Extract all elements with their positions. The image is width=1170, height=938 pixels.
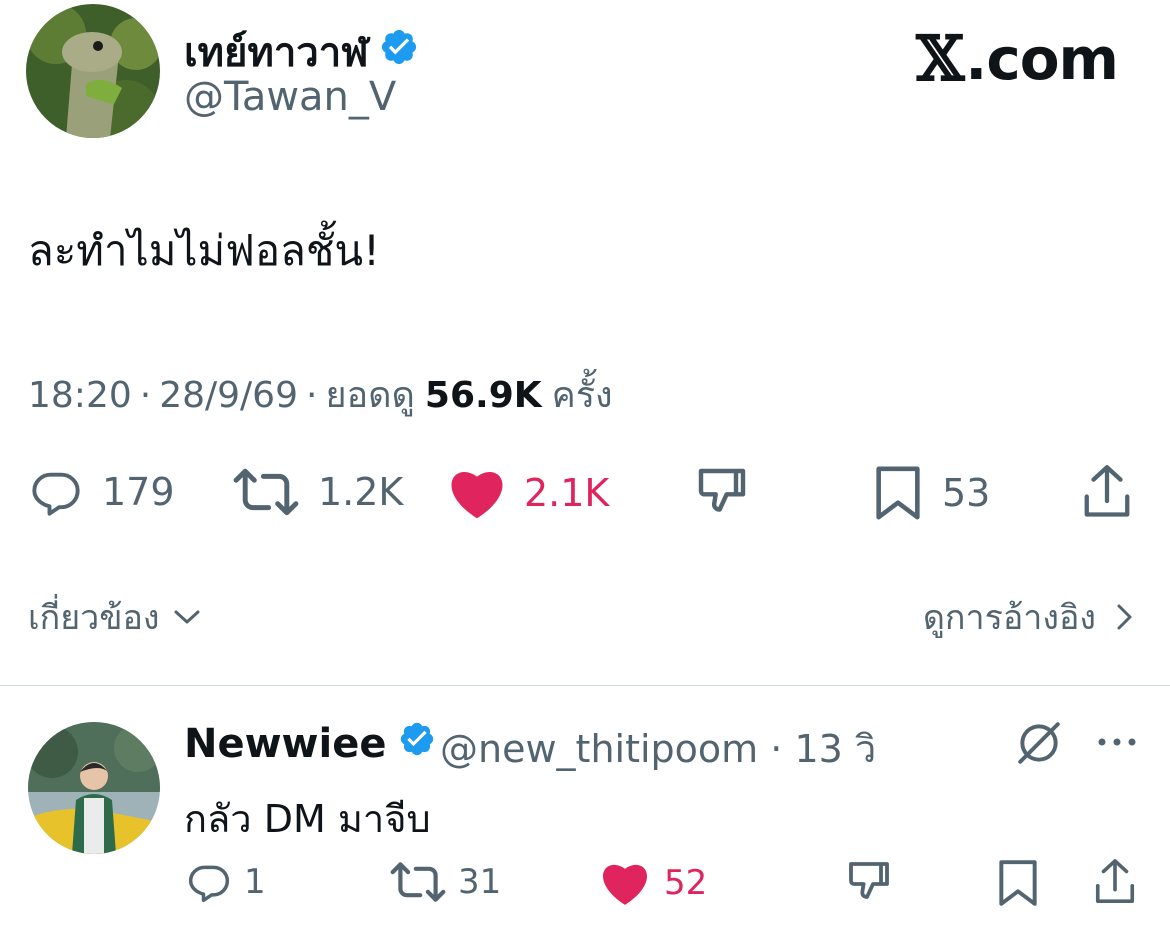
thumbs-down-icon [698,468,746,512]
reply-like-count: 52 [664,863,708,903]
reply-actions: 1 31 52 [0,856,1170,908]
bookmark-button[interactable]: 53 [872,464,990,522]
related-link[interactable]: เกี่ยวข้อง [28,590,201,644]
avatar[interactable] [26,4,160,138]
retweet-icon [390,862,446,902]
heart-icon [451,472,503,519]
chevron-right-icon [1117,604,1132,630]
tweet-meta: 18:20 · 28/9/69 · ยอดดู 56.9K ครั้ง [28,366,613,423]
reply-avatar[interactable] [28,722,160,854]
quotes-label: ดูการอ้างอิง [922,598,1096,638]
reply-like-button[interactable]: 52 [600,860,707,906]
reply-retweet-button[interactable]: 31 [388,860,501,904]
tweet-date[interactable]: 28/9/69 [159,375,298,416]
thumbs-down-icon [849,862,889,899]
views-count[interactable]: 56.9K [425,375,542,416]
reply-button[interactable]: 179 [28,466,175,518]
reply-icon [188,865,230,903]
grok-icon[interactable] [1014,718,1064,772]
retweet-button[interactable]: 1.2K [232,466,403,518]
brand-label: .com [965,24,1119,93]
chevron-down-icon [174,610,200,624]
bookmark-icon [876,466,920,520]
share-icon [1084,465,1130,517]
views-suffix: ครั้ง [551,375,613,416]
reply-author-handle[interactable]: @new_thitipoom [440,727,758,771]
reply-share-button[interactable] [1092,856,1138,908]
verified-badge-icon [379,27,419,77]
reply-count: 179 [102,470,175,514]
share-button[interactable] [1080,462,1134,522]
tweet-time[interactable]: 18:20 [28,375,132,416]
views-label: ยอดดู [325,375,415,416]
like-button[interactable]: 2.1K [448,466,609,520]
separator: · [770,727,783,771]
reply-text: กลัว DM มาจีบ [184,797,431,841]
retweet-icon [233,468,299,516]
tweet-actions: 179 1.2K 2.1K 53 [0,460,1170,524]
reply-reply-count: 1 [244,862,266,902]
divider [0,685,1170,686]
separator: · [305,375,318,416]
reply-meta: @new_thitipoom · 13 วิ [440,718,876,779]
reply-icon [32,472,80,516]
reply-dislike-button[interactable] [844,858,894,906]
retweet-count: 1.2K [318,470,404,514]
dislike-button[interactable] [692,464,752,520]
reply-author-name-text: Newwiee [184,721,387,767]
heart-icon [603,864,647,905]
separator: · [139,375,152,416]
reply-author-name[interactable]: Newwiee [184,720,436,768]
x-logo-icon: 𝕏 [916,22,964,95]
verified-badge-icon [398,720,436,768]
tweet-text: ละทำไมไม่ฟอลชั้น! [28,226,380,275]
reply-retweet-count: 31 [458,862,502,902]
share-icon [1095,859,1135,903]
view-quotes-link[interactable]: ดูการอ้างอิง [923,590,1134,644]
more-options-icon[interactable] [1096,734,1138,753]
author-handle[interactable]: @Tawan_V [184,74,396,120]
related-label: เกี่ยวข้อง [28,598,160,638]
bookmark-icon [999,860,1037,906]
bookmark-count: 53 [942,471,991,515]
like-count: 2.1K [524,471,610,515]
reply-bookmark-button[interactable] [996,858,1040,908]
brand-logo: 𝕏 .com [916,22,1119,95]
reply-time[interactable]: 13 วิ [794,727,876,771]
reply-reply-button[interactable]: 1 [186,860,266,904]
